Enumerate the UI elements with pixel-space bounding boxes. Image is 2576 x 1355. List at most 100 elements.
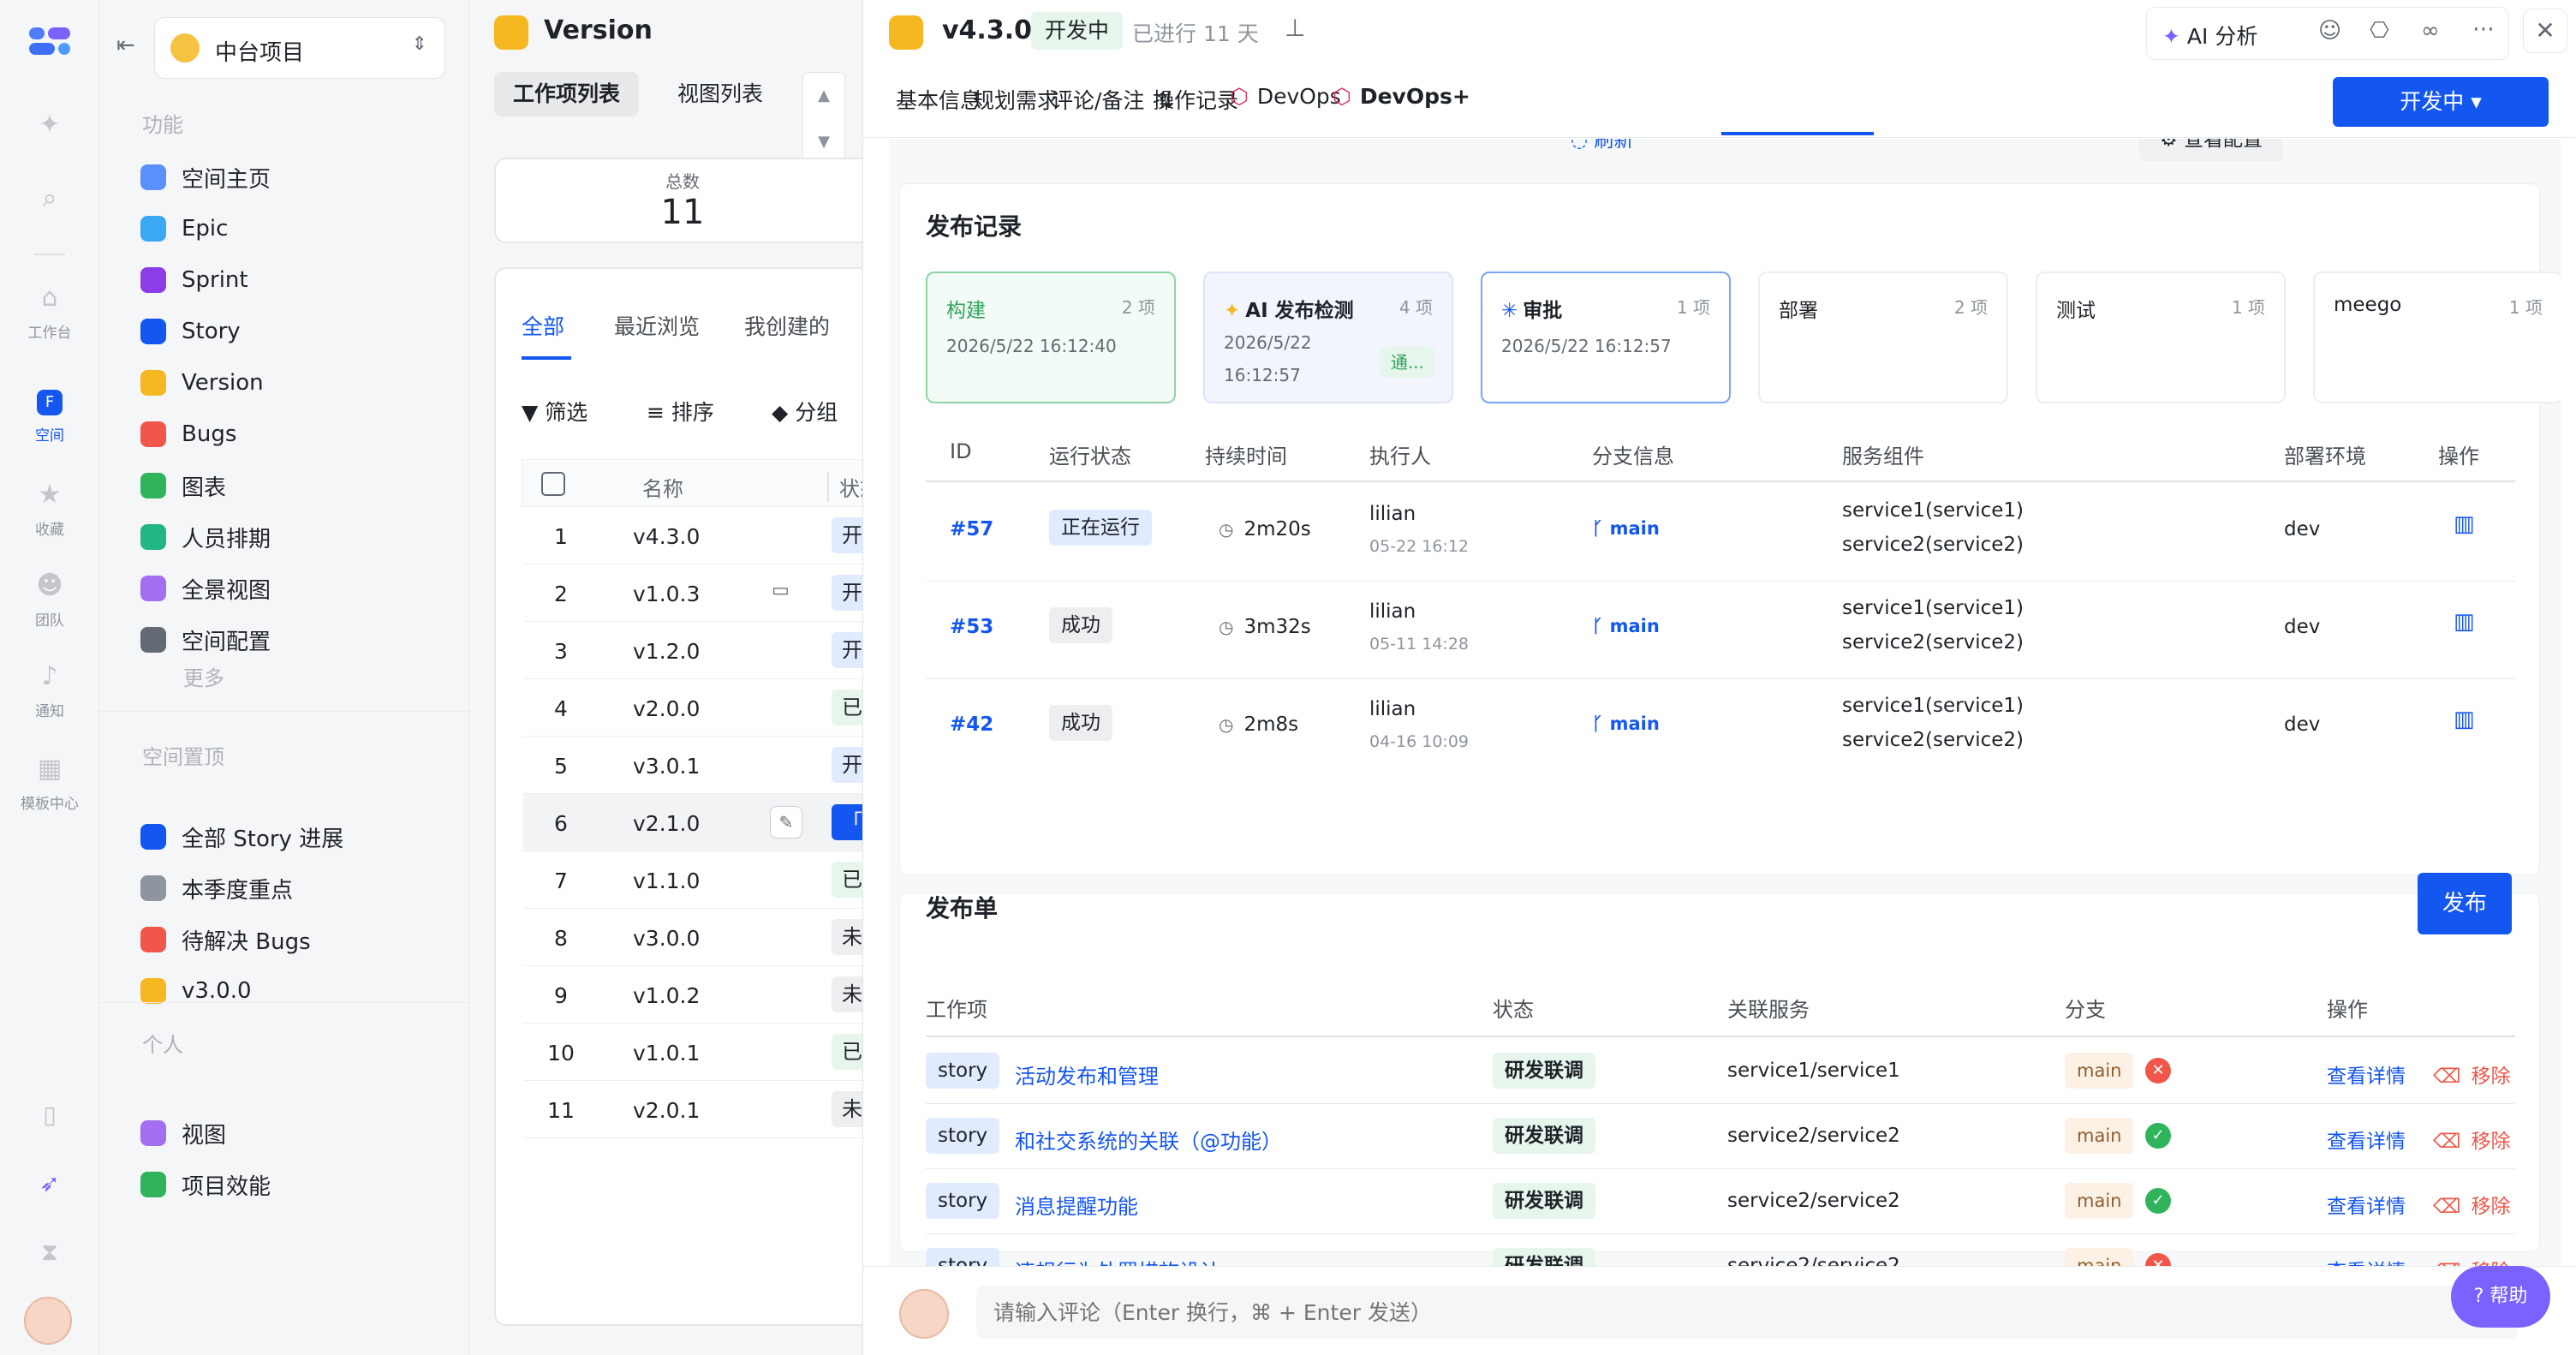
- group-button[interactable]: ◆ 分组: [772, 396, 838, 427]
- nav-item[interactable]: 图表: [140, 464, 449, 507]
- more-icon[interactable]: ⋯: [2472, 16, 2495, 42]
- nav-item[interactable]: Bugs: [140, 413, 449, 456]
- rail-item-favorites[interactable]: ★ 收藏: [0, 480, 99, 539]
- hourglass-icon[interactable]: ⧗: [0, 1237, 99, 1274]
- pipeline-stage-card[interactable]: ✦ AI 发布检测 4 项 2026/5/22 16:12:57 通...: [1203, 272, 1453, 403]
- rocket-icon[interactable]: ➶: [0, 1168, 99, 1206]
- table-row[interactable]: 1v4.3.0开发: [523, 507, 869, 564]
- comment-input[interactable]: [976, 1286, 2518, 1339]
- remove-link[interactable]: ⌫移除: [2433, 1255, 2511, 1266]
- view-detail-link[interactable]: 查看详情: [2327, 1190, 2406, 1219]
- pipeline-stage-card[interactable]: 测试 1 项: [2036, 272, 2286, 403]
- nav-item[interactable]: 项目效能: [140, 1163, 449, 1206]
- refresh-button[interactable]: ◌ 刷新: [1571, 139, 1633, 152]
- detail-tab[interactable]: ⬡ DevOps+: [1333, 84, 1470, 109]
- chart-icon[interactable]: ▥: [2454, 707, 2475, 732]
- view-detail-link[interactable]: 查看详情: [2327, 1255, 2406, 1266]
- avatar[interactable]: [24, 1297, 72, 1345]
- bookmark-icon[interactable]: ⎔: [2370, 18, 2389, 44]
- search-icon[interactable]: ⌕: [0, 183, 99, 221]
- help-button[interactable]: ? 帮助: [2451, 1266, 2550, 1328]
- chart-icon[interactable]: ▥: [2454, 511, 2475, 537]
- pipeline-stage-card[interactable]: 部署 2 项: [1758, 272, 2008, 403]
- rail-item-space[interactable]: F 空间: [0, 385, 99, 445]
- run-id-link[interactable]: #57: [950, 518, 993, 540]
- status-badge[interactable]: 开发中: [1031, 12, 1124, 50]
- table-row[interactable]: 11v2.0.1未启: [523, 1081, 869, 1138]
- table-row[interactable]: 8v3.0.0未启: [523, 909, 869, 966]
- pipeline-stage-card[interactable]: 构建 2 项 2026/5/22 16:12:40: [926, 272, 1176, 403]
- nav-item[interactable]: 人员排期: [140, 516, 449, 558]
- view-detail-link[interactable]: 查看详情: [2327, 1060, 2406, 1089]
- detail-tab[interactable]: 基本信息: [896, 84, 981, 115]
- tab-work-items[interactable]: 工作项列表: [494, 72, 640, 116]
- mobile-icon[interactable]: ▯: [0, 1100, 99, 1137]
- comment-icon[interactable]: ▭: [772, 580, 790, 601]
- select-all-checkbox[interactable]: [541, 472, 565, 496]
- pipeline-stage-card[interactable]: ✳ 审批 1 项 2026/5/22 16:12:57: [1481, 272, 1731, 403]
- run-id-link[interactable]: #53: [950, 616, 993, 638]
- sparkle-icon[interactable]: ✦: [0, 110, 99, 147]
- table-row[interactable]: 3v1.2.0开发: [523, 622, 869, 679]
- nav-item[interactable]: Story: [140, 310, 449, 353]
- detail-tab[interactable]: ⬡ DevOps: [1230, 84, 1341, 109]
- link-icon[interactable]: ∞: [2421, 18, 2440, 44]
- ai-analysis-button[interactable]: ✦ AI 分析: [2162, 20, 2257, 51]
- work-item-title-link[interactable]: 消息提醒功能: [1015, 1190, 1138, 1220]
- table-row[interactable]: 10v1.0.1已发: [523, 1024, 869, 1081]
- remove-link[interactable]: ⌫移除: [2433, 1125, 2511, 1154]
- scroll-up-icon[interactable]: ▲ ▼: [802, 72, 845, 164]
- members-icon[interactable]: ☺: [2318, 18, 2341, 44]
- remove-link[interactable]: ⌫移除: [2433, 1190, 2511, 1219]
- filter-tab-recent[interactable]: 最近浏览: [614, 310, 700, 341]
- config-button[interactable]: ⚙ 查看配置: [2139, 139, 2283, 161]
- nav-item[interactable]: Version: [140, 361, 449, 404]
- run-branch[interactable]: ᚴ main: [1592, 713, 1660, 734]
- project-selector[interactable]: 中台项目 ⇕: [154, 17, 445, 79]
- state-button[interactable]: 开发中 ▾: [2333, 77, 2549, 127]
- view-detail-link[interactable]: 查看详情: [2327, 1125, 2406, 1154]
- pipeline-stage-card[interactable]: meego 1 项: [2313, 272, 2561, 403]
- chart-icon[interactable]: ▥: [2454, 609, 2475, 635]
- work-item-title-link[interactable]: 活动发布和管理: [1015, 1060, 1159, 1089]
- rail-item-workbench[interactable]: ⌂ 工作台: [0, 283, 99, 342]
- table-row[interactable]: 5v3.0.1开发: [523, 737, 869, 794]
- remove-link[interactable]: ⌫移除: [2433, 1060, 2511, 1089]
- run-branch[interactable]: ᚴ main: [1592, 616, 1660, 636]
- table-row[interactable]: 4v2.0.0已发: [523, 679, 869, 737]
- nav-item[interactable]: 全部 Story 进展: [140, 815, 449, 858]
- nav-item[interactable]: Sprint: [140, 259, 449, 301]
- rail-item-notify[interactable]: ♪ 通知: [0, 661, 99, 720]
- run-branch[interactable]: ᚴ main: [1592, 518, 1660, 539]
- filter-tab-mine[interactable]: 我创建的: [744, 310, 830, 341]
- sort-button[interactable]: ≡ 排序: [647, 396, 714, 427]
- app-logo[interactable]: [27, 26, 72, 57]
- nav-item[interactable]: Epic: [140, 207, 449, 250]
- edit-icon[interactable]: ✎: [770, 806, 802, 839]
- detail-tab[interactable]: 规划需求: [973, 84, 1058, 115]
- nav-item[interactable]: 空间配置: [140, 618, 449, 661]
- close-icon[interactable]: ✕: [2523, 9, 2567, 53]
- release-button[interactable]: 发布: [2418, 873, 2512, 934]
- table-row[interactable]: 7v1.1.0已发: [523, 851, 869, 909]
- detail-tab[interactable]: 操作记录: [1153, 84, 1238, 115]
- nav-item[interactable]: v3.0.0: [140, 970, 449, 1012]
- work-item-title-link[interactable]: 违规行为处罚措施设计: [1015, 1255, 1220, 1266]
- collapse-sidebar-icon[interactable]: ⇤: [116, 33, 135, 58]
- work-item-title-link[interactable]: 和社交系统的关联（@功能）: [1015, 1125, 1282, 1155]
- table-row[interactable]: 6v2.1.0✎「开: [523, 794, 869, 851]
- table-row[interactable]: 9v1.0.2未启: [523, 966, 869, 1024]
- nav-item[interactable]: 本季度重点: [140, 867, 449, 910]
- nav-item[interactable]: 视图: [140, 1112, 449, 1155]
- rail-item-templates[interactable]: ▦ 模板中心: [0, 754, 99, 813]
- filter-button[interactable]: ▼ 筛选: [522, 396, 587, 427]
- nav-item[interactable]: 待解决 Bugs: [140, 918, 449, 961]
- filter-tab-all[interactable]: 全部: [522, 310, 564, 341]
- nav-item[interactable]: 空间主页: [140, 156, 449, 199]
- nav-item[interactable]: 全景视图: [140, 567, 449, 610]
- table-row[interactable]: 2v1.0.3▭开发: [523, 564, 869, 622]
- pin-icon[interactable]: ⊥: [1285, 14, 1305, 42]
- more-link[interactable]: 更多: [183, 661, 224, 691]
- tab-views[interactable]: 视图列表: [659, 72, 782, 116]
- rail-item-team[interactable]: ☻ 团队: [0, 570, 99, 630]
